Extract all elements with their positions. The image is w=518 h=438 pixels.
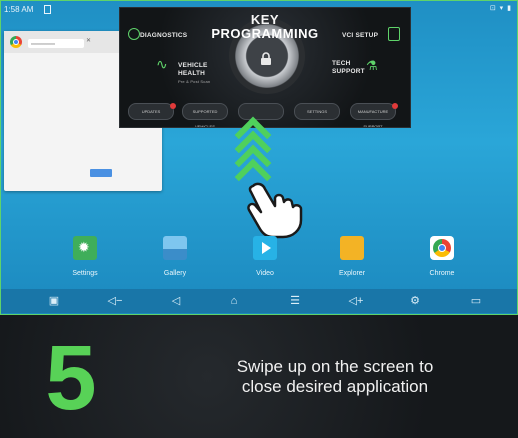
navigation-bar: ▣ ◁− ◁ ⌂ ☰ ◁+ ⚙ ▭ (0, 289, 518, 313)
app-title-key: KEY (250, 12, 280, 27)
notification-icon (44, 5, 51, 14)
vehicle-health-line2: HEALTH (178, 70, 206, 77)
explorer-icon (340, 236, 364, 260)
app-label: Settings (72, 270, 98, 277)
close-icon[interactable]: ✕ (86, 37, 91, 44)
lock-icon (261, 52, 271, 65)
screenshot-icon[interactable]: ▣ (44, 293, 64, 309)
swipe-up-arrow-icon (236, 160, 264, 174)
instruction-line1: Swipe up on the screen to (236, 357, 434, 376)
instruction-line2: close desired application (241, 377, 429, 396)
swipe-up-arrow-icon (236, 132, 264, 146)
app-label: Explorer (338, 270, 366, 277)
back-icon[interactable]: ◁ (166, 293, 186, 309)
app-video[interactable]: Video (225, 236, 305, 277)
diagnostics-tile[interactable]: DIAGNOSTICS (140, 32, 187, 39)
home-icon[interactable]: ⌂ (224, 293, 244, 309)
chrome-icon (10, 36, 22, 48)
tablet-screen: 1:58 AM ⊡ ▾ ▮ xxxxxxxxxxxx ✕ KEY PROGRAM… (0, 0, 518, 315)
home-app-row: Settings Gallery Video Explorer Chrome (0, 236, 518, 288)
app-label: Gallery (163, 270, 187, 277)
menu-icon[interactable]: ☰ (285, 293, 305, 309)
stethoscope-icon: ∿ (156, 56, 168, 72)
app-label: Video (256, 270, 274, 277)
vci-setup-tile[interactable]: VCI SETUP (342, 32, 378, 39)
status-time: 1:58 AM (4, 5, 34, 14)
video-icon (253, 236, 277, 260)
tech-support-line1: TECH (332, 60, 351, 67)
notification-dot (392, 103, 398, 109)
chrome-icon (430, 236, 454, 260)
app-label: Chrome (429, 270, 455, 277)
app-gallery[interactable]: Gallery (135, 236, 215, 277)
instruction-text: Swipe up on the screen to close desired … (175, 357, 495, 397)
browser-tab: xxxxxxxxxxxx (28, 39, 84, 48)
manufacture-support-button[interactable]: MANUFACTURE SUPPORT (350, 103, 396, 127)
swipe-up-arrow-icon (236, 118, 264, 132)
app-chrome[interactable]: Chrome (402, 236, 482, 277)
app-settings[interactable]: Settings (45, 236, 125, 277)
page-button (90, 169, 112, 177)
supported-vehicles-button[interactable]: SUPPORTED VEHICLES (182, 103, 228, 127)
notification-dot (170, 103, 176, 109)
instruction-panel: 5 Swipe up on the screen to close desire… (0, 315, 518, 438)
flask-icon: ⚗ (366, 58, 378, 73)
app-explorer[interactable]: Explorer (312, 236, 392, 277)
diagnostics-icon (128, 28, 140, 40)
key-programming-app-card[interactable]: KEY PROGRAMMING DIAGNOSTICS VCI SETUP ∿ … (119, 7, 411, 128)
hand-pointer-icon (247, 182, 303, 239)
vehicle-health-subtitle: Pre & Post Scan (178, 79, 211, 84)
vehicle-health-line1: VEHICLE (178, 62, 208, 69)
vehicle-health-tile[interactable]: VEHICLE HEALTH Pre & Post Scan (178, 62, 210, 86)
recent-apps-icon[interactable]: ▭ (466, 293, 486, 309)
tech-support-line2: SUPPORT (332, 68, 365, 75)
settings-icon (73, 236, 97, 260)
volume-up-icon[interactable]: ◁+ (346, 293, 366, 309)
app-title-programming: PROGRAMMING (211, 26, 319, 41)
volume-down-icon[interactable]: ◁− (105, 293, 125, 309)
step-number: 5 (45, 327, 97, 429)
status-indicators: ⊡ ▾ ▮ (489, 5, 512, 12)
settings-button[interactable]: SETTINGS (294, 103, 340, 120)
vci-icon (388, 27, 400, 41)
tech-support-tile[interactable]: TECH SUPPORT (332, 60, 365, 76)
gallery-icon (163, 236, 187, 260)
vci-icon[interactable]: ⚙ (405, 293, 425, 309)
updates-button[interactable]: UPDATES (128, 103, 174, 120)
swipe-up-arrow-icon (236, 146, 264, 160)
